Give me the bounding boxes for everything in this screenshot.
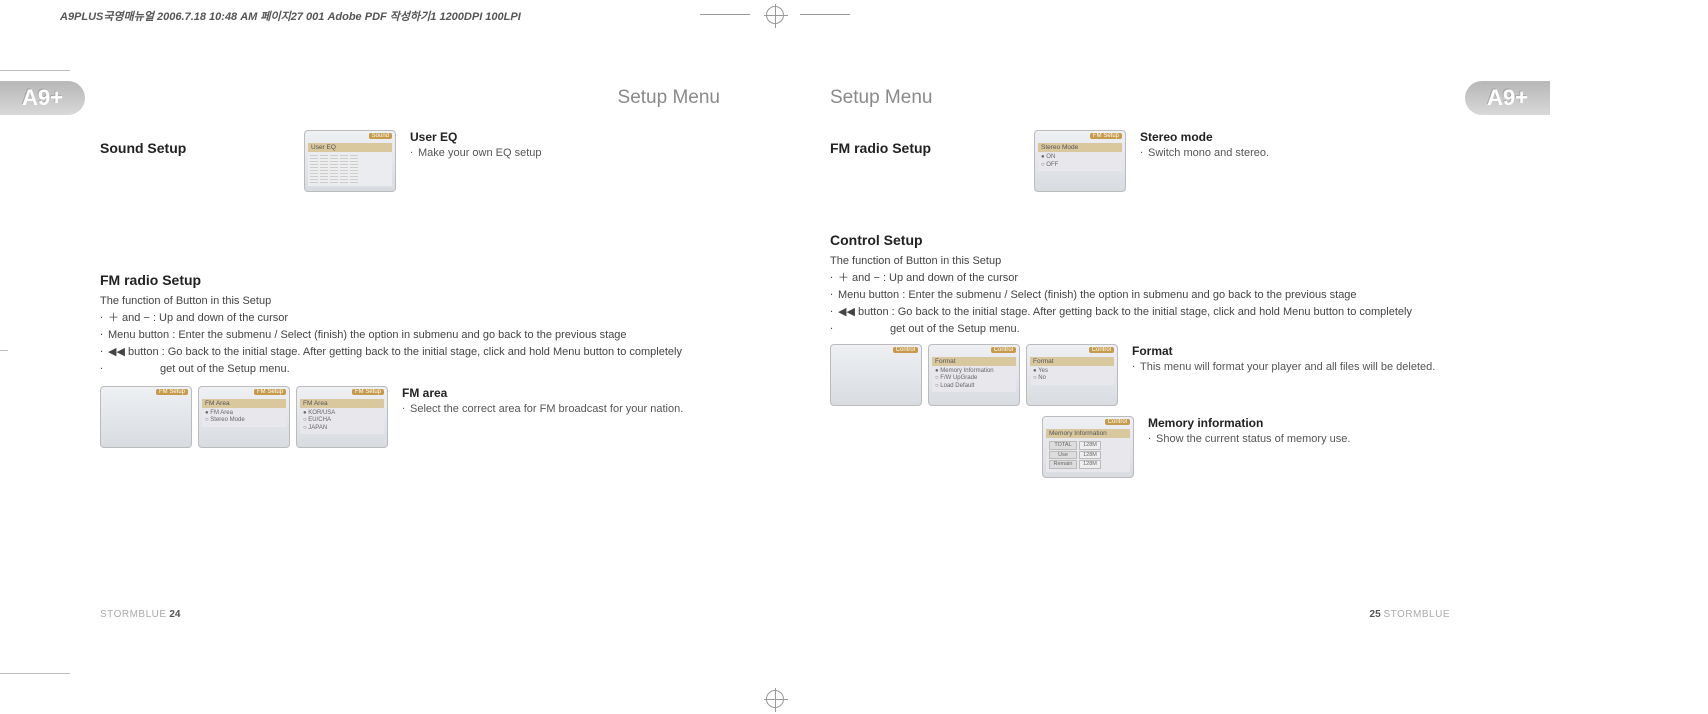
page-right: A9+ Setup Menu FM radio Setup FM Setup S… bbox=[790, 80, 1550, 580]
description-text: Show the current status of memory use. bbox=[1148, 432, 1450, 448]
screenshot-tab: Control bbox=[893, 347, 918, 353]
page-footer: STORMBLUE 24 bbox=[100, 609, 180, 620]
print-meta-text: A9PLUS국영매뉴얼 2006.7.18 10:48 AM 페이지27 001… bbox=[60, 8, 521, 24]
page-number: 25 bbox=[1370, 609, 1381, 620]
description-text: This menu will format your player and al… bbox=[1132, 360, 1450, 376]
ui-screenshot-stereo-mode: FM Setup Stereo Mode ON OFF bbox=[1034, 130, 1126, 192]
screenshot-header: Format bbox=[932, 357, 1016, 366]
screenshot-tab: FM Setup bbox=[156, 389, 188, 395]
mem-key: Remain bbox=[1049, 460, 1077, 469]
format-row: Control Control Format Memory Informatio… bbox=[830, 344, 1450, 406]
screenshot-tab: FM Setup bbox=[352, 389, 384, 395]
page-header: A9+ Setup Menu bbox=[790, 80, 1550, 116]
page-footer: 25 STORMBLUE bbox=[1370, 609, 1450, 620]
ui-screenshot-fm-area-list: FM Setup FM Area FM Area Stereo Mode bbox=[198, 386, 290, 448]
fm-stereo-section: FM radio Setup FM Setup Stereo Mode ON O… bbox=[830, 130, 1450, 192]
instruction-item: get out of the Setup menu. bbox=[830, 322, 1450, 338]
screenshot-option: OFF bbox=[1041, 162, 1119, 170]
ui-screenshot-fm-setup: FM Setup bbox=[100, 386, 192, 448]
instruction-text: ◀◀ button : Go back to the initial stage… bbox=[108, 346, 682, 358]
screenshot-header: Stereo Mode bbox=[1038, 143, 1122, 152]
description-text: Make your own EQ setup bbox=[410, 146, 720, 162]
screenshot-header: Memory Information bbox=[1046, 429, 1130, 438]
screenshot-option: KOR/USA bbox=[303, 410, 381, 418]
section-heading: FM radio Setup bbox=[830, 140, 1020, 156]
footer-brand: STORMBLUE bbox=[1383, 609, 1450, 620]
screenshot-option: Memory Information bbox=[935, 368, 1013, 376]
instruction-intro: The function of Button in this Setup bbox=[830, 254, 1450, 270]
ui-screenshot-control: Control bbox=[830, 344, 922, 406]
screenshot-header: FM Area bbox=[300, 399, 384, 408]
ui-screenshot-fm-area-select: FM Setup FM Area KOR/USA EU/CHA JAPAN bbox=[296, 386, 388, 448]
instruction-item: get out of the Setup menu. bbox=[100, 362, 720, 378]
product-badge: A9+ bbox=[0, 81, 85, 115]
instruction-intro: The function of Button in this Setup bbox=[100, 294, 720, 310]
screenshot-option: Stereo Mode bbox=[205, 417, 283, 425]
crop-line bbox=[0, 70, 70, 71]
description-text: Select the correct area for FM broadcast… bbox=[402, 402, 720, 418]
section-heading: Sound Setup bbox=[100, 140, 290, 156]
screenshot-tab: FM Setup bbox=[254, 389, 286, 395]
page-left: A9+ Setup Menu Sound Setup Sound User EQ bbox=[0, 80, 760, 580]
crop-mark bbox=[700, 14, 750, 15]
screenshot-header: User EQ bbox=[308, 143, 392, 152]
screenshot-tab: Control bbox=[1089, 347, 1114, 353]
product-badge: A9+ bbox=[1465, 81, 1550, 115]
page-header: A9+ Setup Menu bbox=[0, 80, 760, 116]
instruction-block: The function of Button in this Setup ＋ a… bbox=[100, 294, 720, 378]
screenshot-option: Load Default bbox=[935, 383, 1013, 391]
ui-screenshot-format-confirm: Control Format Yes No bbox=[1026, 344, 1118, 406]
crop-line bbox=[0, 673, 70, 674]
screenshot-option: Yes bbox=[1033, 368, 1111, 376]
instruction-item: ◀◀ button : Go back to the initial stage… bbox=[100, 345, 720, 361]
subsection-heading: Stereo mode bbox=[1140, 130, 1450, 144]
description-text: Switch mono and stereo. bbox=[1140, 146, 1450, 162]
ui-screenshot-control-menu: Control Format Memory Information F/W Up… bbox=[928, 344, 1020, 406]
screenshot-tab: Control bbox=[991, 347, 1016, 353]
ui-screenshot-user-eq: Sound User EQ bbox=[304, 130, 396, 192]
page-number: 24 bbox=[169, 609, 180, 620]
screenshot-option: EU/CHA bbox=[303, 417, 381, 425]
screenshot-header: FM Area bbox=[202, 399, 286, 408]
instruction-item: Menu button : Enter the submenu / Select… bbox=[830, 288, 1450, 304]
screenshot-tab: Sound bbox=[369, 133, 392, 139]
footer-brand: STORMBLUE bbox=[100, 609, 167, 620]
mem-val: 128M bbox=[1079, 441, 1101, 450]
instruction-item: ＋ and − : Up and down of the cursor bbox=[100, 311, 720, 327]
screenshot-option: FM Area bbox=[205, 410, 283, 418]
sound-setup-section: Sound Setup Sound User EQ User EQ bbox=[100, 130, 720, 192]
page-title: Setup Menu bbox=[85, 87, 760, 109]
screenshot-option: ON bbox=[1041, 154, 1119, 162]
screenshot-option: No bbox=[1033, 375, 1111, 383]
page-content: FM radio Setup FM Setup Stereo Mode ON O… bbox=[790, 130, 1550, 478]
screenshot-tab: Control bbox=[1105, 419, 1130, 425]
mem-key: TOTAL bbox=[1049, 441, 1077, 450]
fm-area-row: FM Setup FM Setup FM Area FM Area Stereo… bbox=[100, 386, 720, 448]
section-heading: Control Setup bbox=[830, 232, 1450, 248]
subsection-heading: Format bbox=[1132, 344, 1450, 358]
mem-key: Use bbox=[1049, 451, 1077, 460]
instruction-item: ◀◀ button : Go back to the initial stage… bbox=[830, 305, 1450, 321]
subsection-heading: Memory information bbox=[1148, 416, 1450, 430]
screenshot-option: F/W UpGrade bbox=[935, 375, 1013, 383]
screenshot-tab: FM Setup bbox=[1090, 133, 1122, 139]
subsection-heading: User EQ bbox=[410, 130, 720, 144]
instruction-item: ＋ and − : Up and down of the cursor bbox=[830, 271, 1450, 287]
registration-mark-icon bbox=[766, 690, 784, 708]
memory-info-row: Control Memory Information TOTAL128M Use… bbox=[830, 416, 1450, 478]
page-title: Setup Menu bbox=[790, 87, 1465, 109]
ui-screenshot-memory-info: Control Memory Information TOTAL128M Use… bbox=[1042, 416, 1134, 478]
mem-val: 128M bbox=[1079, 460, 1101, 469]
crop-mark bbox=[800, 14, 850, 15]
section-heading: FM radio Setup bbox=[100, 272, 720, 288]
screenshot-option: JAPAN bbox=[303, 425, 381, 433]
instruction-text: ◀◀ button : Go back to the initial stage… bbox=[838, 306, 1412, 318]
mem-val: 128M bbox=[1079, 451, 1101, 460]
instruction-block: The function of Button in this Setup ＋ a… bbox=[830, 254, 1450, 338]
instruction-item: Menu button : Enter the submenu / Select… bbox=[100, 328, 720, 344]
subsection-heading: FM area bbox=[402, 386, 720, 400]
screenshot-header: Format bbox=[1030, 357, 1114, 366]
registration-mark-icon bbox=[766, 6, 784, 24]
page-content: Sound Setup Sound User EQ User EQ bbox=[0, 130, 760, 448]
